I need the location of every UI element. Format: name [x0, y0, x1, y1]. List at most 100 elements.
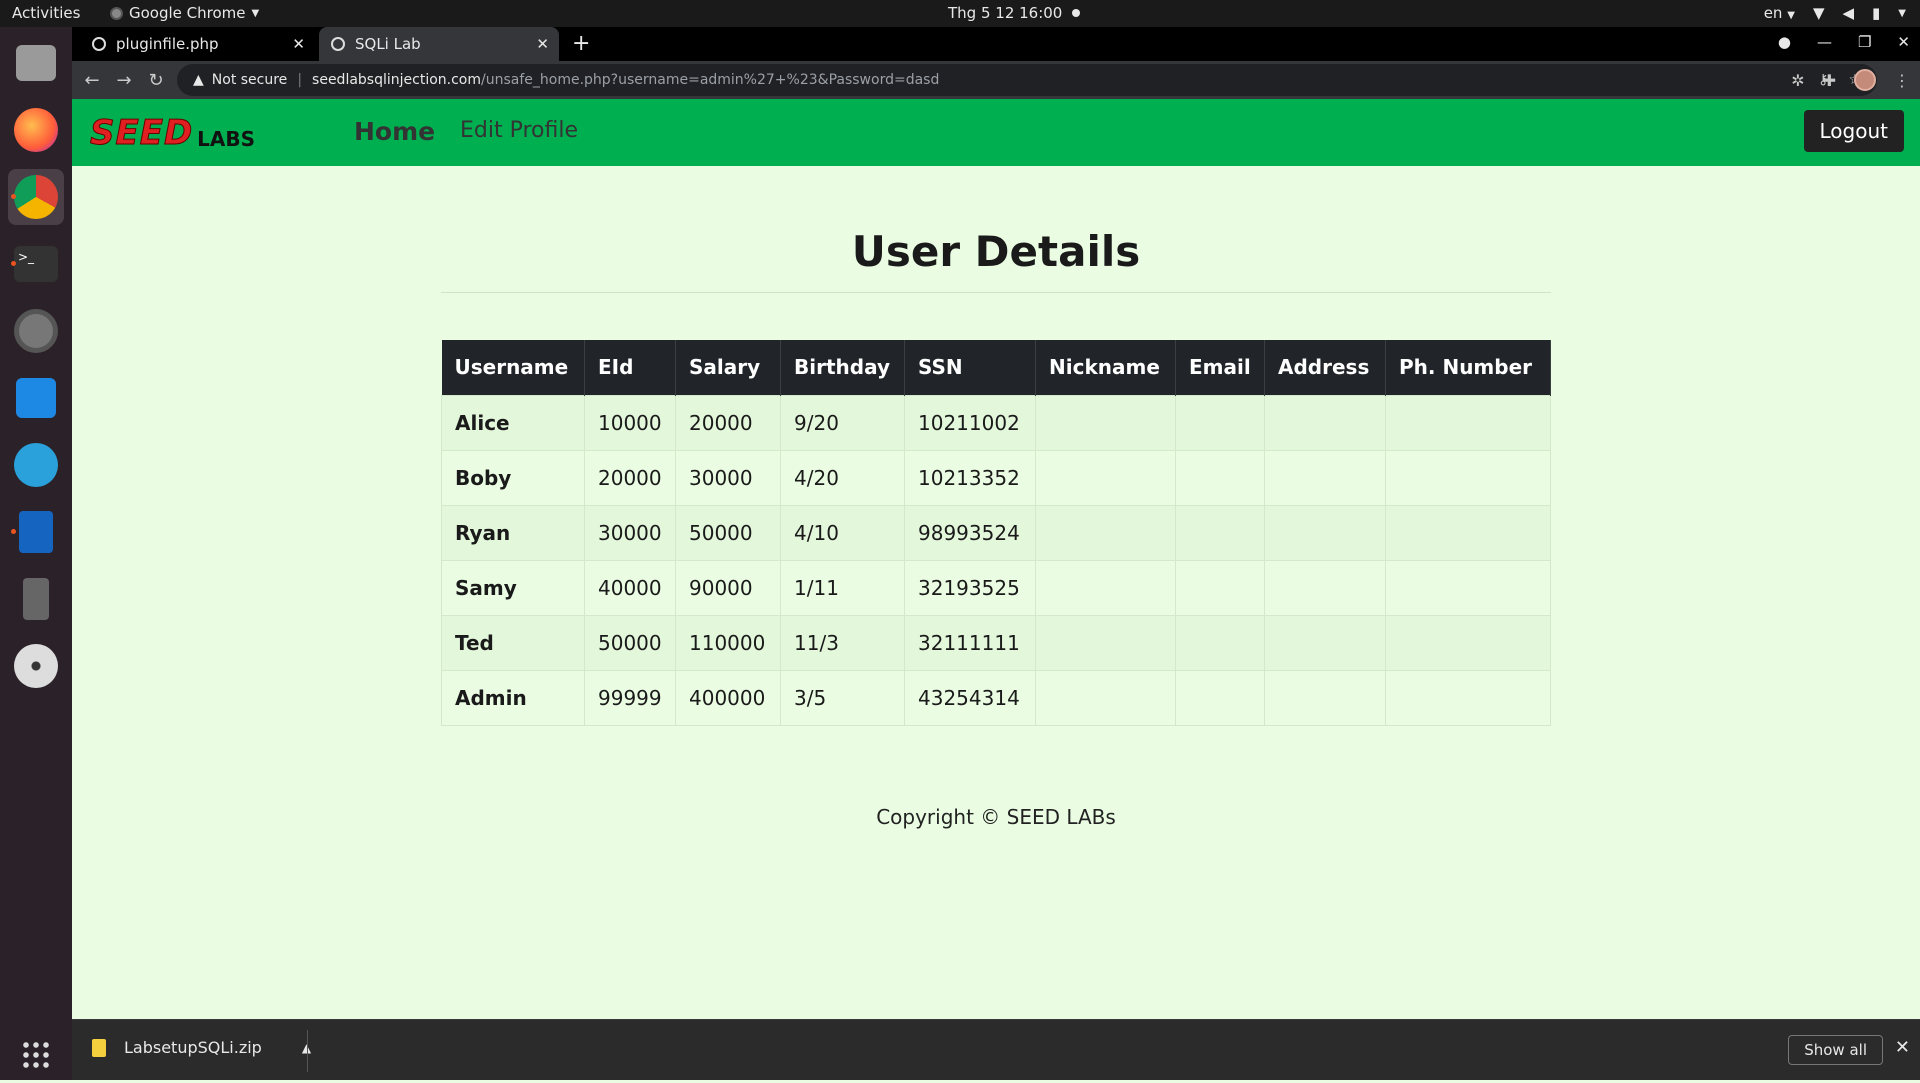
download-item[interactable]: LabsetupSQLi.zip ▲	[92, 1038, 311, 1057]
cell-email	[1175, 669, 1265, 726]
nav-home-link[interactable]: Home	[354, 117, 435, 146]
clock[interactable]: Thg 5 12 16:00	[948, 4, 1081, 22]
new-tab-button[interactable]: +	[572, 31, 590, 56]
forward-icon[interactable]: →	[108, 70, 140, 91]
table-row: Ted 50000 110000 11/3 32111111	[441, 614, 1551, 671]
tab-label: pluginfile.php	[116, 35, 219, 53]
title-divider	[441, 292, 1551, 293]
cell-email	[1175, 449, 1265, 506]
app-menu[interactable]: Google Chrome ▼	[110, 4, 259, 22]
cell-eid: 40000	[584, 559, 676, 616]
nav-edit-profile-link[interactable]: Edit Profile	[460, 118, 578, 143]
notification-dot-icon	[1072, 9, 1081, 17]
security-label: Not secure	[211, 72, 288, 88]
cell-username: Samy	[441, 559, 585, 616]
kebab-menu-icon[interactable]: ⋮	[1894, 71, 1910, 90]
vscode-icon	[16, 378, 56, 418]
dock-terminal[interactable]: >_	[8, 236, 64, 292]
volume-icon: ◀	[1842, 4, 1855, 22]
dock-telegram[interactable]	[8, 437, 64, 493]
close-tab-icon[interactable]: ✕	[292, 35, 305, 53]
download-filename: LabsetupSQLi.zip	[124, 1038, 262, 1057]
logout-button[interactable]: Logout	[1803, 110, 1904, 152]
table-row: Alice 10000 20000 9/20 10211002	[441, 394, 1551, 451]
cell-address	[1264, 449, 1386, 506]
cell-birthday: 4/10	[780, 504, 905, 561]
cell-ssn: 10213352	[904, 449, 1036, 506]
dock-writer[interactable]	[8, 504, 64, 560]
globe-icon	[331, 37, 345, 51]
cell-email	[1175, 559, 1265, 616]
close-icon[interactable]: ✕	[1895, 1037, 1910, 1058]
user-details-table: Username EId Salary Birthday SSN Nicknam…	[441, 340, 1551, 726]
url-host: seedlabsqlinjection.com	[312, 72, 481, 88]
terminal-icon: >_	[14, 246, 58, 282]
extensions-area: ✲ ✚ ⋮	[1791, 69, 1910, 91]
url-path: /unsafe_home.php?username=admin%27+%23&P…	[481, 72, 940, 88]
minimize-icon[interactable]: —	[1817, 33, 1832, 51]
dock-usb-drive[interactable]	[8, 571, 64, 627]
header-birthday: Birthday	[780, 340, 905, 395]
tab-pluginfile[interactable]: pluginfile.php ✕	[80, 27, 315, 61]
activities-button[interactable]: Activities	[12, 4, 80, 22]
table-row: Boby 20000 30000 4/20 10213352	[441, 449, 1551, 506]
close-window-icon[interactable]: ✕	[1897, 33, 1910, 51]
dock-vscode[interactable]	[8, 370, 64, 426]
cell-username: Ted	[441, 614, 585, 671]
address-bar[interactable]: ▲ Not secure | seedlabsqlinjection.com/u…	[177, 64, 1877, 96]
header-nickname: Nickname	[1035, 340, 1176, 395]
app-grid-icon	[21, 1040, 51, 1070]
header-username: Username	[441, 340, 585, 395]
show-applications-button[interactable]	[8, 1027, 64, 1083]
close-tab-icon[interactable]: ✕	[536, 35, 549, 53]
dock-chrome[interactable]	[8, 169, 64, 225]
cell-ssn: 32111111	[904, 614, 1036, 671]
seed-labs-logo[interactable]: SEED LABS	[89, 113, 255, 154]
cell-email	[1175, 614, 1265, 671]
dock-dvd[interactable]	[8, 638, 64, 694]
files-icon	[16, 45, 56, 81]
cell-birthday: 3/5	[780, 669, 905, 726]
maximize-icon[interactable]: ❐	[1858, 33, 1871, 51]
language-label: en	[1763, 4, 1783, 22]
puzzle-icon[interactable]: ✚	[1823, 71, 1836, 90]
dock-firefox[interactable]	[8, 102, 64, 158]
extension-icon[interactable]: ✲	[1791, 71, 1804, 90]
tab-search-icon[interactable]: ●	[1778, 33, 1791, 51]
cell-salary: 30000	[675, 449, 781, 506]
tab-sqli-lab[interactable]: SQLi Lab ✕	[319, 27, 559, 61]
browser-toolbar: ← → ↻ ▲ Not secure | seedlabsqlinjection…	[72, 61, 1920, 99]
table-row: Ryan 30000 50000 4/10 98993524	[441, 504, 1551, 561]
dock: >_	[0, 27, 72, 1080]
page-title: User Details	[851, 227, 1141, 276]
clock-label: Thg 5 12 16:00	[948, 4, 1063, 22]
cell-email	[1175, 394, 1265, 451]
profile-avatar[interactable]	[1854, 69, 1876, 91]
chevron-down-icon: ▼	[1898, 7, 1906, 19]
header-eid: EId	[584, 340, 676, 395]
globe-icon	[92, 37, 106, 51]
show-all-button[interactable]: Show all	[1788, 1035, 1883, 1065]
language-indicator[interactable]: en ▼	[1764, 4, 1795, 22]
download-shelf: LabsetupSQLi.zip ▲ Show all ✕	[72, 1019, 1920, 1080]
cell-username: Ryan	[441, 504, 585, 561]
cell-email	[1175, 504, 1265, 561]
table-header-row: Username EId Salary Birthday SSN Nicknam…	[441, 340, 1551, 395]
dock-files[interactable]	[8, 35, 64, 91]
cell-nickname	[1035, 614, 1176, 671]
writer-document-icon	[19, 511, 53, 553]
dock-settings[interactable]	[8, 303, 64, 359]
cell-salary: 400000	[675, 669, 781, 726]
tab-label: SQLi Lab	[355, 35, 421, 53]
back-icon[interactable]: ←	[76, 70, 108, 91]
cell-address	[1264, 614, 1386, 671]
table-row: Admin 99999 400000 3/5 43254314	[441, 669, 1551, 726]
system-tray[interactable]: en ▼ ▼ ◀ ▮ ▼	[1764, 4, 1906, 22]
reload-icon[interactable]: ↻	[140, 70, 172, 91]
cell-phone	[1385, 559, 1551, 616]
chevron-down-icon: ▼	[251, 7, 260, 19]
cell-salary: 110000	[675, 614, 781, 671]
disc-icon	[14, 644, 58, 688]
running-indicator-icon	[11, 529, 16, 534]
cell-salary: 20000	[675, 394, 781, 451]
